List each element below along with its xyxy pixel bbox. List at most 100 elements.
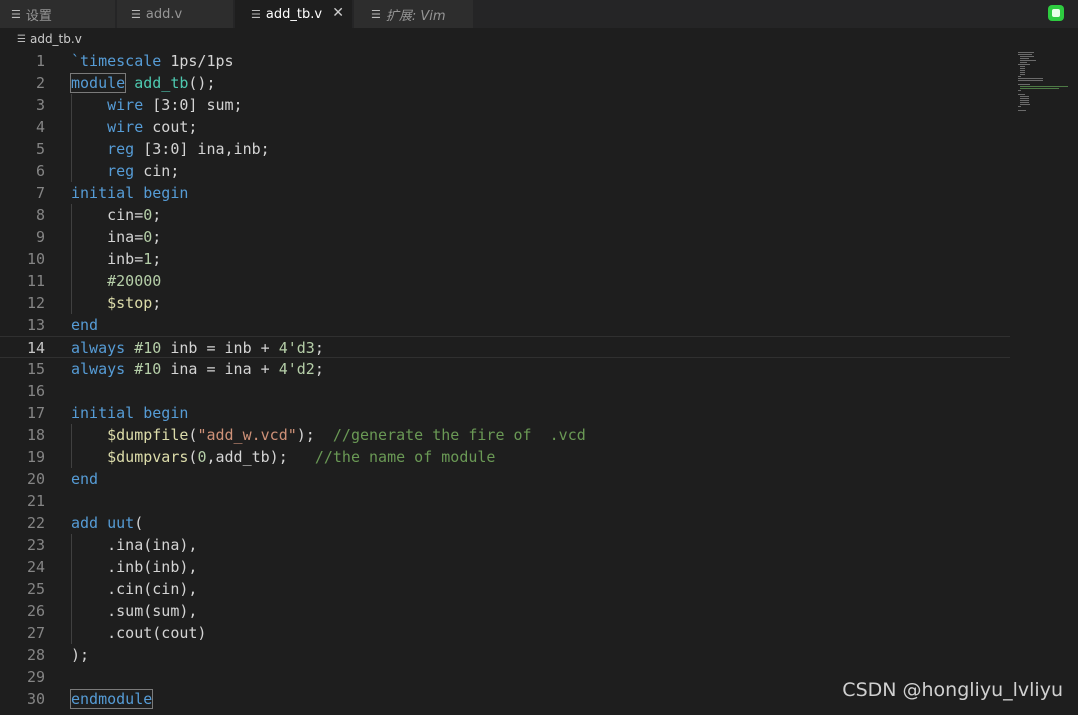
line-number: 19 (26, 448, 45, 466)
minimap-line (1020, 98, 1029, 99)
line-code: always #10 ina = ina + 4'd2; (71, 358, 324, 380)
menu-lines-icon: ☰ (131, 7, 141, 21)
code-token: cin; (134, 162, 180, 180)
code-line[interactable]: 25 .cin(cin), (0, 578, 1010, 600)
minimap-line (1020, 88, 1059, 89)
code-line[interactable]: 15 always #10 ina = ina + 4'd2; (0, 358, 1010, 380)
code-token: end (71, 316, 99, 334)
line-code: .cin(cin), (71, 578, 197, 600)
tab-add-tb-v[interactable]: ☰ add_tb.v ✕ (235, 0, 353, 28)
tab-bar: ☰ 设置 ☰ add.v ☰ add_tb.v ✕ ☰ 扩展: Vim (0, 0, 1078, 28)
line-code: initial begin (71, 402, 188, 424)
code-token: reg (107, 140, 135, 158)
menu-lines-icon: ☰ (251, 7, 261, 21)
line-number: 13 (26, 316, 45, 334)
line-code: add uut( (71, 512, 143, 534)
code-token: #10 (134, 339, 162, 357)
tab-settings[interactable]: ☰ 设置 (0, 0, 116, 28)
code-line[interactable]: 19 $dumpvars(0,add_tb); //the name of mo… (0, 446, 1010, 468)
code-token: .sum(sum), (71, 602, 198, 620)
code-line[interactable]: 6 reg cin; (0, 160, 1010, 182)
tab-add-v[interactable]: ☰ add.v (117, 0, 234, 28)
line-code: $stop; (71, 292, 161, 314)
minimap-line (1020, 60, 1037, 61)
code-line[interactable]: 2 module add_tb(); (0, 72, 1010, 94)
code-token: .ina(ina), (71, 536, 198, 554)
tab-extension-vim[interactable]: ☰ 扩展: Vim (354, 0, 474, 28)
minimap[interactable] (1010, 50, 1078, 111)
code-line[interactable]: 8 cin=0; (0, 204, 1010, 226)
code-line[interactable]: 12 $stop; (0, 292, 1010, 314)
code-line[interactable]: 11 #20000 (0, 270, 1010, 292)
code-line[interactable]: 4 wire cout; (0, 116, 1010, 138)
minimap-line (1020, 66, 1026, 67)
line-number: 28 (26, 646, 45, 664)
minimap-line (1020, 72, 1026, 73)
code-token: initial (71, 184, 135, 202)
minimap-line (1020, 74, 1026, 75)
code-line[interactable]: 9 ina=0; (0, 226, 1010, 248)
minimap-line (1018, 54, 1033, 55)
code-line[interactable]: 22 add uut( (0, 512, 1010, 534)
line-number: 14 (26, 339, 45, 357)
line-number: 11 (26, 272, 45, 290)
line-number: 29 (26, 668, 45, 686)
extension-badge-icon[interactable] (1048, 5, 1064, 21)
code-line[interactable]: 10 inb=1; (0, 248, 1010, 270)
code-line[interactable]: 27 .cout(cout) (0, 622, 1010, 644)
line-code: $dumpfile("add_w.vcd"); //generate the f… (71, 424, 586, 446)
line-number: 16 (26, 382, 45, 400)
code-line[interactable]: 28); (0, 644, 1010, 666)
code-line[interactable]: 3 wire [3:0] sum; (0, 94, 1010, 116)
code-editor[interactable]: 1 `timescale 1ps/1ps 2 module add_tb(); 3 wi… (0, 50, 1010, 715)
minimap-line (1020, 62, 1028, 63)
code-line[interactable]: 26 .sum(sum), (0, 600, 1010, 622)
minimap-line (1020, 104, 1030, 105)
breadcrumb: ☰ add_tb.v (0, 28, 1078, 50)
code-line[interactable]: 17 initial begin (0, 402, 1010, 424)
close-icon[interactable]: ✕ (332, 5, 344, 21)
breadcrumb-file[interactable]: add_tb.v (30, 32, 82, 46)
code-token: always (71, 360, 126, 378)
minimap-line (1018, 64, 1030, 65)
minimap-line (1018, 90, 1021, 91)
code-line[interactable]: 5 reg [3:0] ina,inb; (0, 138, 1010, 160)
code-line[interactable]: 21 (0, 490, 1010, 512)
code-line[interactable]: 18 $dumpfile("add_w.vcd"); //generate th… (0, 424, 1010, 446)
tab-label: 设置 (25, 8, 52, 24)
minimap-line (1020, 58, 1029, 59)
code-line[interactable]: 16 (0, 380, 1010, 402)
code-line[interactable]: 7 initial begin (0, 182, 1010, 204)
code-token: begin (143, 404, 189, 422)
minimap-line (1018, 80, 1044, 81)
code-line[interactable]: 13 end (0, 314, 1010, 336)
code-token: 4'd2 (278, 360, 315, 378)
line-code: .cout(cout) (71, 622, 206, 644)
code-token: uut (107, 514, 135, 532)
code-line[interactable]: 24 .inb(inb), (0, 556, 1010, 578)
code-token: cout; (143, 118, 198, 136)
line-number: 12 (26, 294, 45, 312)
minimap-line (1020, 68, 1026, 69)
line-code: .ina(ina), (71, 534, 197, 556)
code-token: 0 (143, 206, 153, 224)
code-line[interactable]: 1 `timescale 1ps/1ps (0, 50, 1010, 72)
code-line[interactable]: 23 .ina(ina), (0, 534, 1010, 556)
code-line[interactable]: 14 always #10 inb = inb + 4'd3; (0, 336, 1010, 358)
code-token: //the name of module (314, 448, 496, 466)
minimap-line (1020, 56, 1034, 57)
line-code: cin=0; (71, 204, 161, 226)
code-line[interactable]: 20 end (0, 468, 1010, 490)
code-token: (); (188, 74, 216, 92)
code-token: ; (314, 339, 324, 357)
line-code: wire [3:0] sum; (71, 94, 242, 116)
code-token: end (71, 470, 99, 488)
